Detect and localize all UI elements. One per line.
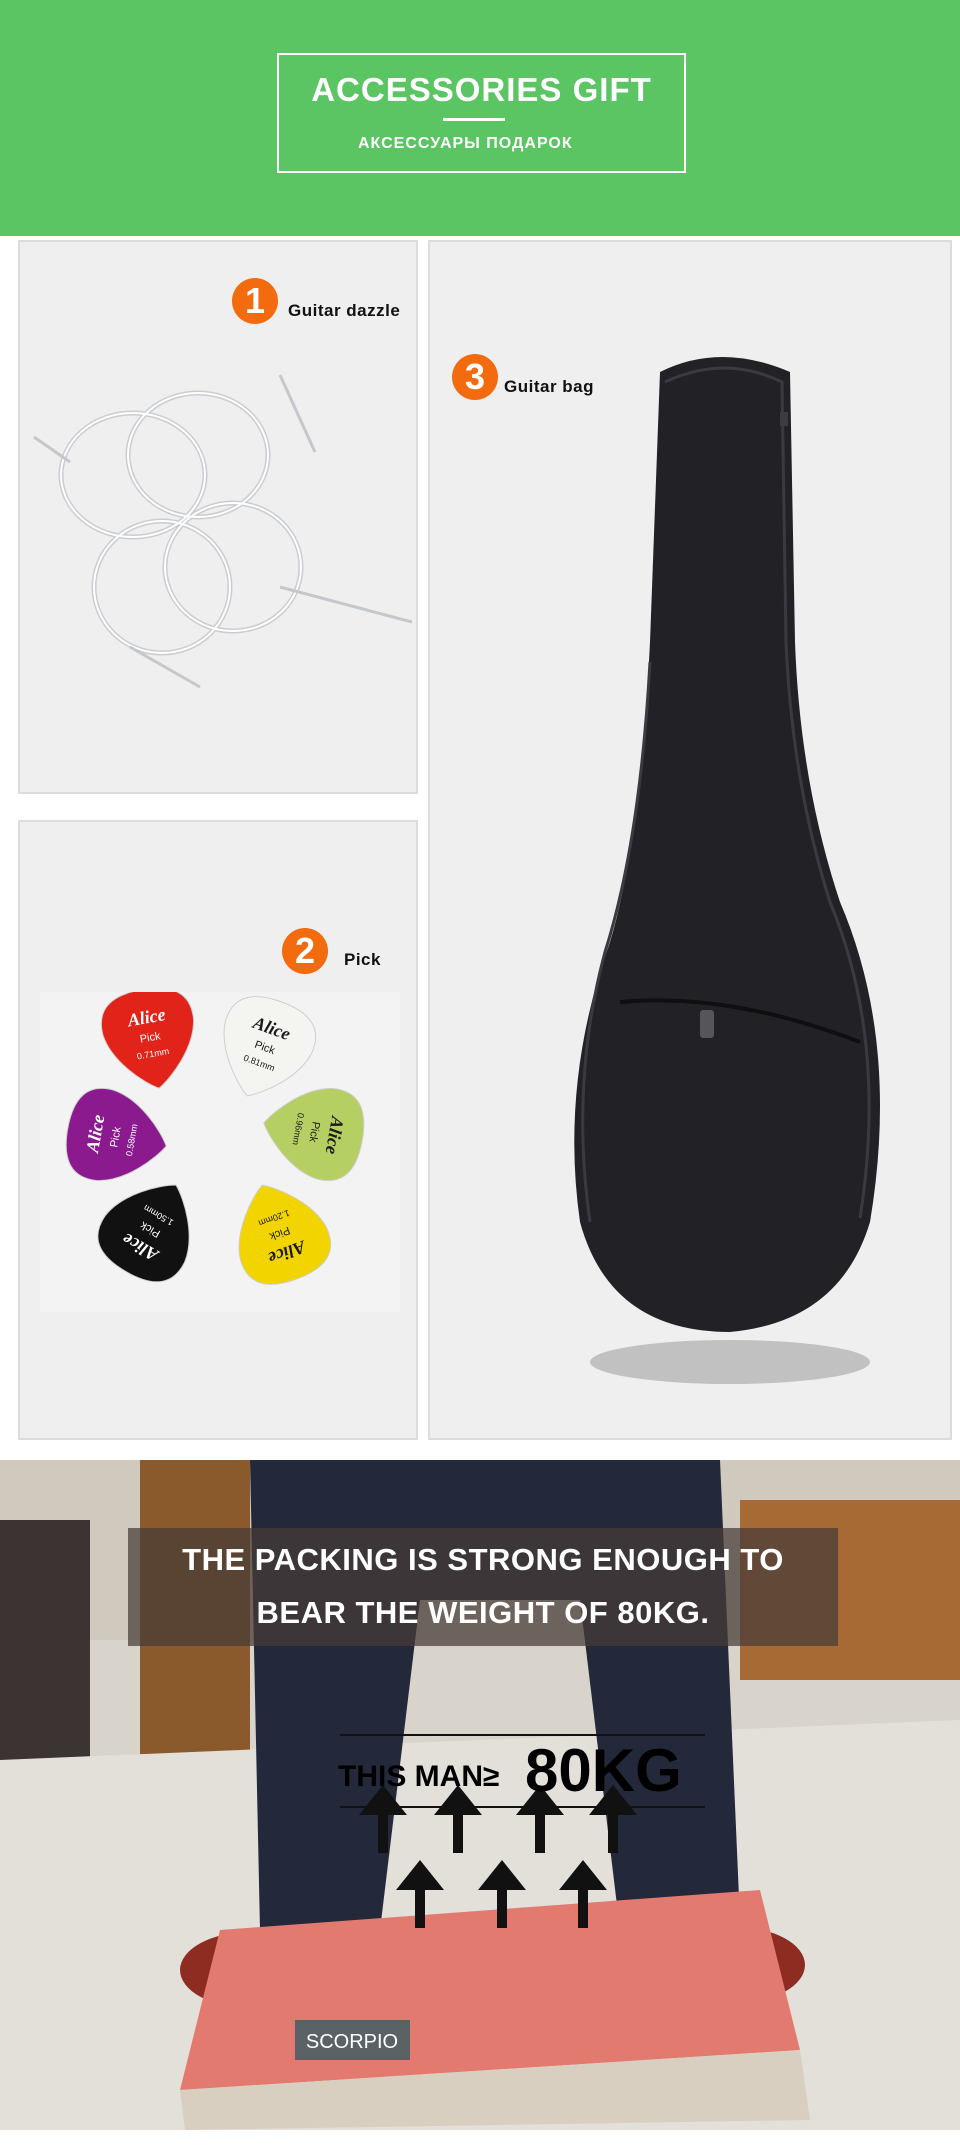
page-subtitle: АКСЕССУАРЫ ПОДАРОК bbox=[357, 135, 573, 152]
title-box: ACCESSORIES GIFT АКСЕССУАРЫ ПОДАРОК bbox=[277, 53, 686, 173]
guitar-bag-panel: 3 Guitar bag bbox=[428, 240, 952, 1440]
item-label-guitar-dazzle: Guitar dazzle bbox=[288, 301, 401, 320]
packing-line-2: BEAR THE WEIGHT OF 80KG. bbox=[256, 1595, 710, 1630]
weight-label: THIS MAN≥ bbox=[338, 1760, 500, 1793]
strings-panel: 1 Guitar dazzle bbox=[18, 240, 418, 794]
page-title: ACCESSORIES GIFT bbox=[311, 71, 652, 108]
item-number-badge: 1 bbox=[232, 278, 278, 324]
packing-banner: THE PACKING IS STRONG ENOUGH TO BEAR THE… bbox=[128, 1528, 838, 1646]
weight-rule-bottom bbox=[340, 1806, 705, 1808]
guitar-strings-image bbox=[33, 374, 413, 689]
packing-line-1: THE PACKING IS STRONG ENOUGH TO bbox=[182, 1542, 784, 1577]
weight-value: 80KG bbox=[525, 1737, 682, 1804]
picks-panel: 2 Pick Alice Pick 0.71mm Alice Pick 0.81mm Ali… bbox=[18, 820, 418, 1440]
item-label-pick: Pick bbox=[344, 950, 381, 969]
bottom-margin bbox=[0, 2130, 960, 2145]
title-divider bbox=[443, 118, 505, 121]
box-brand-text: SCORPIO bbox=[306, 2031, 398, 2053]
picks-image: AlicePick0.71mmAlicePick0.81mmAlice Pick 0… bbox=[40, 992, 400, 1312]
header-banner: ACCESSORIES GIFT АКСЕССУАРЫ ПОДАРОК bbox=[0, 0, 960, 236]
guitar-bag-image bbox=[574, 357, 880, 1384]
item-number-badge: 2 bbox=[282, 928, 328, 974]
